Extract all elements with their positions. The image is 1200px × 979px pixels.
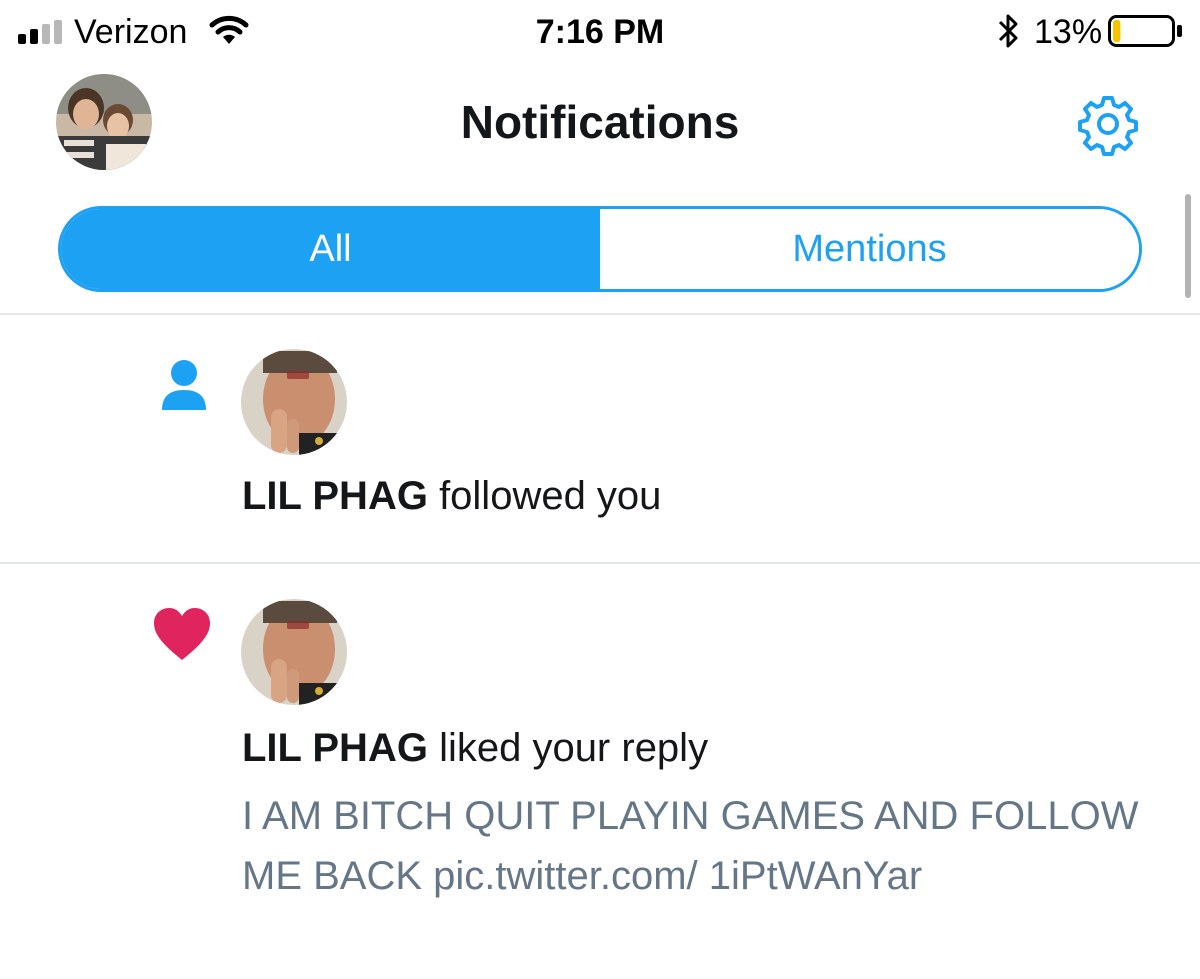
user-avatar[interactable] [241,349,347,455]
notification-action: followed you [439,474,662,518]
user-avatar[interactable] [241,599,347,705]
scrollbar-thumb[interactable] [1185,194,1191,298]
clock: 7:16 PM [535,13,665,51]
notification-text: LIL PHAG liked your reply [242,722,708,774]
page-title: Notifications [460,96,740,148]
gear-icon[interactable] [1076,92,1140,156]
user-name[interactable]: LIL PHAG [242,474,428,518]
header-divider [0,313,1200,315]
bluetooth-icon [998,14,1018,48]
notification-action: liked your reply [439,726,709,770]
tab-all[interactable]: All [61,209,600,289]
user-avatar-image [241,599,347,705]
notification-divider [0,562,1200,564]
heart-icon [154,608,210,660]
user-name[interactable]: LIL PHAG [242,726,428,770]
reply-quote[interactable]: I AM BITCH QUIT PLAYIN GAMES AND FOLLOW … [242,786,1142,906]
battery-percent: 13% [1034,13,1103,51]
user-avatar-image [241,349,347,455]
tab-mentions[interactable]: Mentions [600,209,1139,289]
battery-icon [1108,15,1182,47]
notifications-tab-bar: All Mentions [58,206,1142,292]
status-bar: Verizon 7:16 PM 13% [0,0,1200,62]
person-icon [162,360,206,410]
notification-text: LIL PHAG followed you [242,470,661,522]
